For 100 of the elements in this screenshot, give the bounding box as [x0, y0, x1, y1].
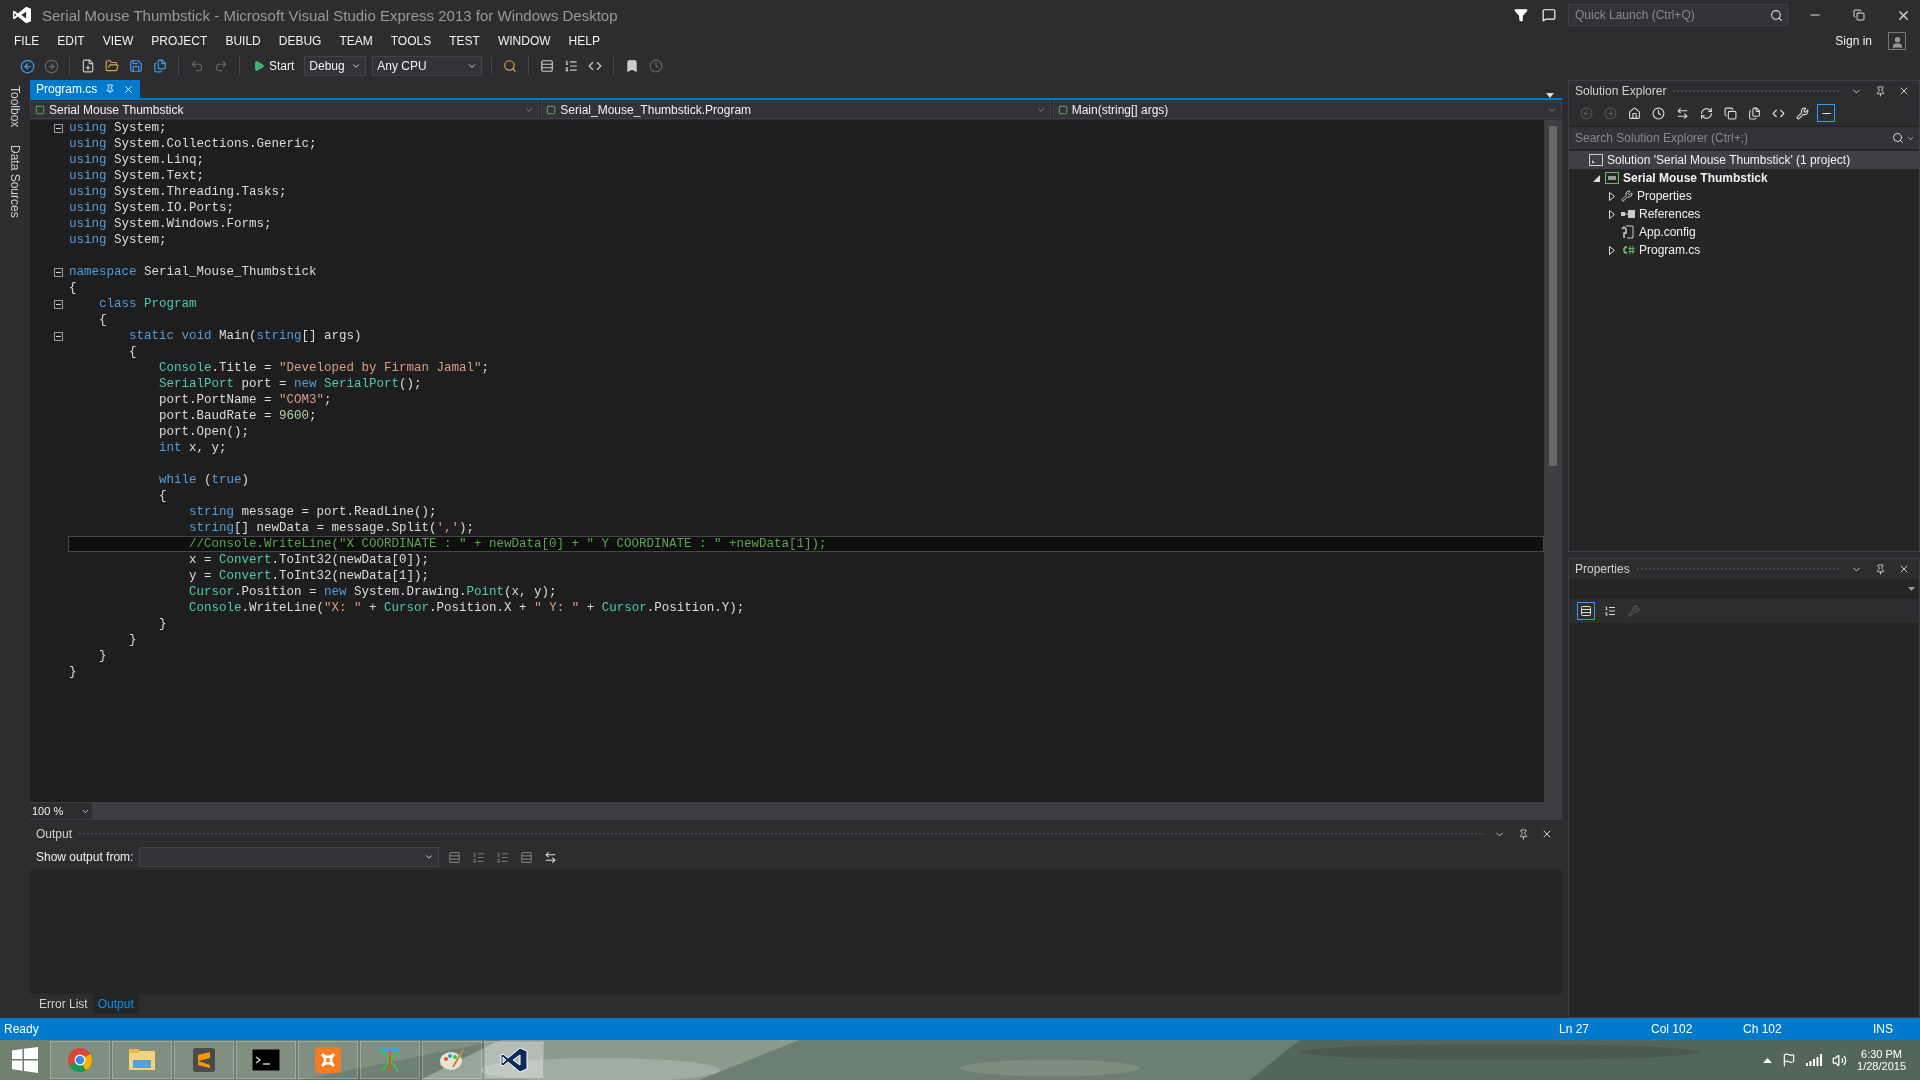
- expanded-arrow-icon[interactable]: [1592, 174, 1600, 182]
- window-title: Serial Mouse Thumbstick - Microsoft Visual Studio Express 2013 for Windows Desktop: [42, 6, 618, 24]
- dropdown-arrow-icon[interactable]: [1908, 587, 1915, 591]
- start-button[interactable]: Start: [249, 57, 299, 75]
- save-icon[interactable]: [127, 57, 145, 75]
- side-tab[interactable]: Data Sources: [8, 143, 22, 221]
- code-line: static void Main(string[] args): [128, 328, 363, 344]
- class-icon: [546, 105, 557, 115]
- collapse-all-icon[interactable]: [1721, 104, 1739, 122]
- navigation-dropdown[interactable]: Serial Mouse Thumbstick: [30, 101, 540, 119]
- code-line: port.BaudRate = 9600;: [158, 408, 318, 424]
- wrench-icon: [1621, 190, 1633, 202]
- categorized-icon[interactable]: [1577, 602, 1595, 620]
- tree-item[interactable]: App.config: [1569, 223, 1919, 241]
- tab-list-icon[interactable]: [1546, 93, 1554, 98]
- tree-item[interactable]: References: [1569, 205, 1919, 223]
- menu-item[interactable]: FILE: [6, 32, 48, 50]
- search-field[interactable]: Search Solution Explorer (Ctrl+;): [1573, 130, 1890, 146]
- navigation-dropdown[interactable]: Serial_Mouse_Thumbstick.Program: [541, 101, 1051, 119]
- panel-tab[interactable]: Output: [92, 994, 139, 1014]
- code-line: Cursor.Position = new System.Drawing.Point(x, y);: [188, 584, 558, 600]
- menu-item[interactable]: BUILD: [217, 32, 269, 50]
- sign-in-link[interactable]: Sign in: [1835, 34, 1872, 48]
- up-arrow-icon[interactable]: [1763, 1057, 1773, 1063]
- tree-item[interactable]: Serial Mouse Thumbstick: [1569, 169, 1919, 187]
- code-line: {: [68, 280, 78, 296]
- back-icon[interactable]: [18, 57, 36, 75]
- menu-item[interactable]: DEBUG: [270, 32, 330, 50]
- taskbar-button[interactable]: [484, 1041, 544, 1079]
- menu-item[interactable]: TOOLS: [382, 32, 440, 50]
- menu-item[interactable]: TEAM: [331, 32, 381, 50]
- navigation-dropdown[interactable]: Main(string[] args): [1052, 101, 1562, 119]
- save-all-icon[interactable]: [151, 57, 169, 75]
- code-line: {: [98, 312, 108, 328]
- collapse-icon[interactable]: [53, 331, 63, 341]
- code-line: }: [98, 648, 108, 664]
- menu-item[interactable]: EDIT: [49, 32, 93, 50]
- flag-icon[interactable]: [1782, 1053, 1797, 1067]
- collapse-icon[interactable]: [53, 123, 63, 133]
- code-line: using System.Windows.Forms;: [68, 216, 273, 232]
- code-line: x = Convert.ToInt32(newData[0]);: [188, 552, 431, 568]
- search-box[interactable]: Search Solution Explorer (Ctrl+;): [1569, 127, 1919, 149]
- code-line: using System.Text;: [68, 168, 206, 184]
- wrench-icon[interactable]: [1793, 104, 1811, 122]
- clock-date[interactable]: 1/28/2015: [1857, 1060, 1906, 1072]
- close-icon[interactable]: [123, 83, 135, 95]
- document-tab[interactable]: Program.cs: [30, 80, 141, 98]
- code-line: y = Convert.ToInt32(newData[1]);: [188, 568, 431, 584]
- code-line: class Program: [98, 296, 198, 312]
- search-icon[interactable]: [1892, 132, 1904, 144]
- caret-icon: [467, 61, 478, 71]
- forward-icon[interactable]: [42, 57, 60, 75]
- code-line: int x, y;: [158, 440, 228, 456]
- status-message: Ready: [4, 1022, 40, 1036]
- collapse-icon[interactable]: [53, 267, 63, 277]
- code-line: }: [68, 664, 78, 680]
- search-icon[interactable]: [1770, 8, 1783, 22]
- account-icon[interactable]: [1888, 32, 1906, 50]
- solution-icon: [1589, 154, 1603, 166]
- caret-icon: [351, 61, 362, 71]
- quick-launch-box[interactable]: Quick Launch (Ctrl+Q): [1568, 4, 1788, 26]
- caret-icon: [524, 105, 535, 115]
- volume-icon[interactable]: [1832, 1052, 1848, 1068]
- windows-start-icon[interactable]: [12, 1047, 38, 1073]
- filter-icon[interactable]: [1512, 6, 1530, 24]
- menu-item[interactable]: WINDOW: [489, 32, 559, 50]
- code-line: port.Open();: [158, 424, 251, 440]
- collapsed-arrow-icon[interactable]: [1609, 245, 1615, 255]
- clock-time[interactable]: 6:30 PM: [1861, 1048, 1902, 1060]
- menu-item[interactable]: HELP: [560, 32, 608, 50]
- code-line: using System.IO.Ports;: [68, 200, 236, 216]
- collapse-icon[interactable]: [53, 299, 63, 309]
- output-source-label: Show output from:: [36, 850, 134, 864]
- zoom-dropdown[interactable]: 100 %: [30, 803, 92, 819]
- configuration-dropdown[interactable]: Debug: [304, 56, 367, 76]
- tree-item[interactable]: Solution 'Serial Mouse Thumbstick' (1 project): [1569, 151, 1919, 169]
- menu-item[interactable]: VIEW: [94, 32, 142, 50]
- play-icon: [253, 60, 265, 72]
- signal-icon[interactable]: [1806, 1054, 1823, 1066]
- menu-item[interactable]: TEST: [441, 32, 488, 50]
- preview-icon[interactable]: [1817, 104, 1835, 122]
- menu-item[interactable]: PROJECT: [143, 32, 216, 50]
- panel-tab[interactable]: Error List: [34, 994, 93, 1014]
- class-icon: [1057, 105, 1068, 115]
- clock-icon[interactable]: [1649, 104, 1667, 122]
- visual-studio-icon: [500, 1047, 528, 1073]
- pin-icon[interactable]: [105, 84, 116, 94]
- tree-item[interactable]: Program.cs: [1569, 241, 1919, 259]
- panel-title: Properties: [1575, 562, 1630, 576]
- code-line: }: [128, 632, 138, 648]
- terminal-icon: [252, 1049, 280, 1071]
- quick-launch-field[interactable]: Quick Launch (Ctrl+Q): [1573, 7, 1766, 23]
- speech-bubble-icon[interactable]: [1540, 6, 1558, 24]
- scrollbar[interactable]: [1544, 120, 1562, 802]
- code-line: namespace Serial_Mouse_Thumbstick: [68, 264, 318, 280]
- code-line: using System;: [68, 232, 168, 248]
- tree-item[interactable]: Properties: [1569, 187, 1919, 205]
- platform-dropdown[interactable]: Any CPU: [372, 56, 483, 76]
- panel-title: Output: [36, 827, 73, 841]
- side-tab[interactable]: Toolbox: [8, 84, 22, 130]
